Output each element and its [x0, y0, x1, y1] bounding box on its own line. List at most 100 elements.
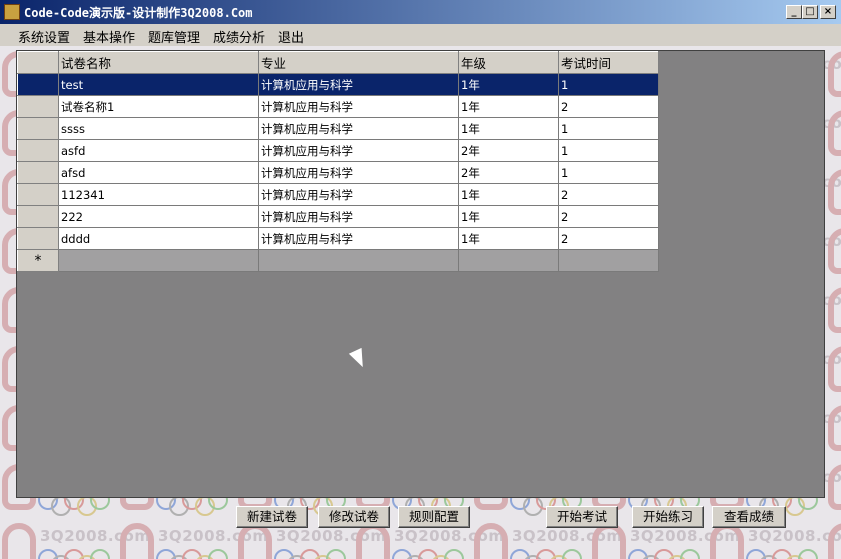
cell-paper-name[interactable]: dddd	[58, 227, 259, 250]
row-header[interactable]	[17, 73, 59, 96]
column-header-major[interactable]: 专业	[258, 51, 459, 74]
watermark-logo-icon	[828, 169, 841, 215]
cell-paper-name[interactable]: test	[58, 73, 259, 96]
rule-config-button[interactable]: 规则配置	[398, 506, 470, 528]
row-header[interactable]	[17, 139, 59, 162]
column-header-exam-time[interactable]: 考试时间	[558, 51, 659, 74]
watermark-tile: 3Q2008.com	[822, 521, 841, 559]
cell-grade[interactable]: 1年	[458, 95, 559, 118]
watermark-tile: 3Q2008.com	[114, 521, 268, 559]
cell-paper-name[interactable]: ssss	[58, 117, 259, 140]
cell-paper-name[interactable]: asfd	[58, 139, 259, 162]
cell-exam-time[interactable]: 2	[558, 183, 659, 206]
menu-bar: 系统设置 基本操作 题库管理 成绩分析 退出	[0, 24, 841, 46]
cell-exam-time[interactable]: 2	[558, 227, 659, 250]
edit-paper-button[interactable]: 修改试卷	[318, 506, 390, 528]
table-row[interactable]: 试卷名称1 计算机应用与科学 1年 2	[17, 95, 659, 118]
watermark-logo-icon	[828, 346, 841, 392]
row-header[interactable]	[17, 95, 59, 118]
cell-paper-name[interactable]: afsd	[58, 161, 259, 184]
watermark-rings-icon	[510, 549, 590, 559]
cell-grade[interactable]: 2年	[458, 139, 559, 162]
row-header[interactable]	[17, 205, 59, 228]
watermark-rings-icon	[392, 549, 472, 559]
menu-question-bank[interactable]: 题库管理	[148, 27, 200, 46]
cell-exam-time[interactable]: 1	[558, 73, 659, 96]
table-row[interactable]: test 计算机应用与科学 1年 1	[17, 73, 659, 96]
watermark-logo-icon	[120, 523, 154, 559]
cell-major[interactable]: 计算机应用与科学	[258, 183, 459, 206]
cell-major[interactable]: 计算机应用与科学	[258, 95, 459, 118]
cell-paper-name[interactable]: 222	[58, 205, 259, 228]
watermark-rings-icon	[274, 549, 354, 559]
minimize-button[interactable]: _	[786, 5, 802, 19]
column-header-paper-name[interactable]: 试卷名称	[58, 51, 259, 74]
new-row-cell[interactable]	[458, 249, 559, 272]
new-row-marker[interactable]: *	[17, 249, 59, 272]
table-row[interactable]: dddd 计算机应用与科学 1年 2	[17, 227, 659, 250]
cell-grade[interactable]: 2年	[458, 161, 559, 184]
table-row[interactable]: asfd 计算机应用与科学 2年 1	[17, 139, 659, 162]
new-row-cell[interactable]	[58, 249, 259, 272]
cell-major[interactable]: 计算机应用与科学	[258, 139, 459, 162]
cell-major[interactable]: 计算机应用与科学	[258, 227, 459, 250]
watermark-rings-icon	[156, 549, 236, 559]
cell-paper-name[interactable]: 试卷名称1	[58, 95, 259, 118]
watermark-logo-icon	[356, 523, 390, 559]
menu-system-settings[interactable]: 系统设置	[18, 27, 70, 46]
watermark-logo-icon	[828, 110, 841, 156]
grid-corner-cell[interactable]	[17, 51, 59, 74]
view-scores-button[interactable]: 查看成绩	[712, 506, 786, 528]
new-row-cell[interactable]	[558, 249, 659, 272]
cell-major[interactable]: 计算机应用与科学	[258, 205, 459, 228]
cell-exam-time[interactable]: 1	[558, 139, 659, 162]
watermark-logo-icon	[238, 523, 272, 559]
table-row[interactable]: afsd 计算机应用与科学 2年 1	[17, 161, 659, 184]
row-header[interactable]	[17, 117, 59, 140]
grid-header-row: 试卷名称 专业 年级 考试时间	[17, 51, 659, 74]
cell-exam-time[interactable]: 2	[558, 95, 659, 118]
watermark-rings-icon	[746, 549, 826, 559]
grid-panel: 试卷名称 专业 年级 考试时间 test 计算机应用与科学 1年 1 试卷名称1 计算机应…	[16, 50, 825, 498]
watermark-logo-icon	[828, 287, 841, 333]
new-row[interactable]: *	[17, 249, 659, 272]
maximize-button[interactable]: □	[802, 5, 818, 19]
watermark-logo-icon	[828, 523, 841, 559]
watermark-rings-icon	[628, 549, 708, 559]
cell-major[interactable]: 计算机应用与科学	[258, 117, 459, 140]
start-practice-button[interactable]: 开始练习	[632, 506, 704, 528]
table-row[interactable]: 222 计算机应用与科学 1年 2	[17, 205, 659, 228]
close-button[interactable]: ×	[820, 5, 836, 19]
row-header[interactable]	[17, 183, 59, 206]
watermark-logo-icon	[828, 228, 841, 274]
start-exam-button[interactable]: 开始考试	[546, 506, 618, 528]
exam-paper-grid[interactable]: 试卷名称 专业 年级 考试时间 test 计算机应用与科学 1年 1 试卷名称1 计算机应…	[17, 51, 659, 272]
table-row[interactable]: 112341 计算机应用与科学 1年 2	[17, 183, 659, 206]
new-paper-button[interactable]: 新建试卷	[236, 506, 308, 528]
menu-score-analysis[interactable]: 成绩分析	[213, 27, 265, 46]
app-icon	[4, 4, 20, 20]
cell-paper-name[interactable]: 112341	[58, 183, 259, 206]
watermark-tile: 3Q2008.com	[0, 521, 150, 559]
menu-basic-operations[interactable]: 基本操作	[83, 27, 135, 46]
cell-grade[interactable]: 1年	[458, 205, 559, 228]
cell-major[interactable]: 计算机应用与科学	[258, 73, 459, 96]
cell-exam-time[interactable]: 1	[558, 117, 659, 140]
window-title: Code-Code演示版-设计制作3Q2008.Com	[24, 6, 253, 20]
table-row[interactable]: ssss 计算机应用与科学 1年 1	[17, 117, 659, 140]
cell-grade[interactable]: 1年	[458, 117, 559, 140]
cell-grade[interactable]: 1年	[458, 73, 559, 96]
cell-grade[interactable]: 1年	[458, 183, 559, 206]
new-row-cell[interactable]	[258, 249, 459, 272]
row-header[interactable]	[17, 227, 59, 250]
row-header[interactable]	[17, 161, 59, 184]
watermark-logo-icon	[592, 523, 626, 559]
watermark-logo-icon	[2, 523, 36, 559]
menu-exit[interactable]: 退出	[278, 27, 304, 46]
cell-grade[interactable]: 1年	[458, 227, 559, 250]
column-header-grade[interactable]: 年级	[458, 51, 559, 74]
cell-exam-time[interactable]: 2	[558, 205, 659, 228]
title-bar[interactable]: Code-Code演示版-设计制作3Q2008.Com _ □ ×	[0, 0, 841, 24]
cell-major[interactable]: 计算机应用与科学	[258, 161, 459, 184]
cell-exam-time[interactable]: 1	[558, 161, 659, 184]
